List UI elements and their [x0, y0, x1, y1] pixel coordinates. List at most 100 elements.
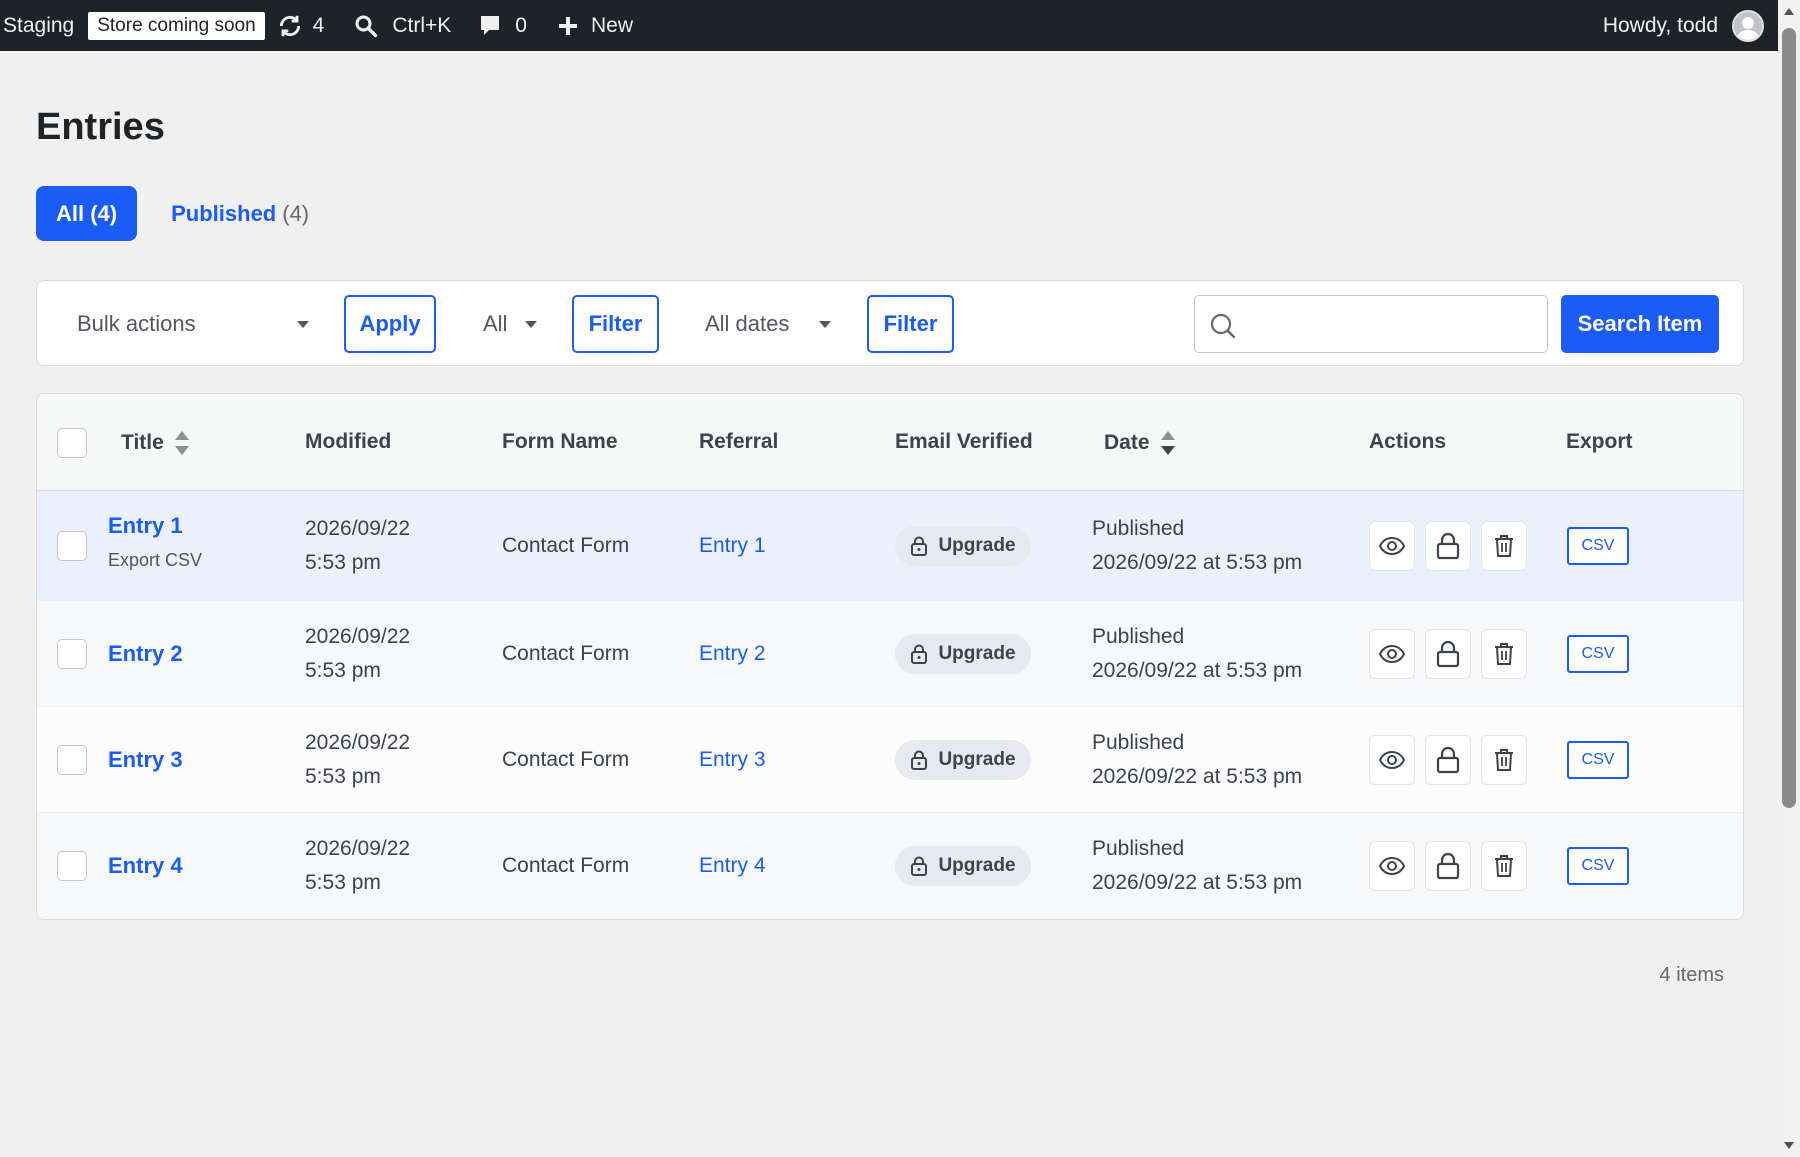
tab-published-count: (4) — [282, 200, 310, 226]
trash-icon — [1495, 643, 1513, 665]
row-checkbox[interactable] — [57, 851, 87, 881]
items-count: 4 items — [1659, 964, 1724, 986]
lock-icon — [1436, 640, 1460, 668]
lock-icon — [1436, 532, 1460, 560]
greeting: Howdy, todd — [1602, 13, 1718, 37]
entry-title-link[interactable]: Entry 1 — [108, 509, 202, 543]
entry-title-link[interactable]: Entry 4 — [108, 849, 183, 883]
avatar — [1732, 9, 1764, 42]
chevron-down-icon — [819, 320, 831, 328]
trash-icon — [1495, 749, 1513, 771]
comment-icon — [481, 15, 500, 35]
scroll-thumb[interactable] — [1782, 28, 1796, 808]
lock-icon — [911, 536, 928, 556]
page-scrollbar[interactable] — [1778, 0, 1800, 1157]
bulk-actions-select[interactable]: Bulk actions — [77, 299, 309, 349]
lock-button[interactable] — [1425, 521, 1471, 571]
referral-link[interactable]: Entry 1 — [699, 529, 766, 563]
my-account[interactable]: Howdy, todd — [1603, 0, 1778, 51]
lock-icon — [1436, 852, 1460, 880]
modified-time: 5:53 pm — [305, 765, 381, 788]
modified-time: 5:53 pm — [305, 659, 381, 682]
column-title[interactable]: Title — [121, 430, 190, 456]
store-status-badge[interactable]: Store coming soon — [88, 11, 265, 40]
column-title-label: Title — [121, 431, 164, 454]
lock-button[interactable] — [1425, 735, 1471, 785]
new-content-link[interactable]: New — [557, 0, 633, 51]
modified-date: 2026/09/22 — [305, 517, 411, 540]
delete-button[interactable] — [1481, 629, 1527, 679]
eye-icon — [1378, 750, 1406, 770]
upgrade-badge[interactable]: Upgrade — [895, 526, 1031, 566]
row-checkbox[interactable] — [57, 639, 87, 669]
scroll-down-arrow[interactable] — [1784, 1142, 1794, 1149]
search-input[interactable] — [1245, 306, 1535, 342]
table-header: Title Modified Form Name Referral Email … — [37, 394, 1743, 491]
apply-button[interactable]: Apply — [344, 295, 436, 353]
dates-label: All dates — [705, 311, 790, 336]
search-icon — [355, 15, 378, 37]
filter-toolbar: Bulk actions Apply All Filter All dates … — [36, 280, 1744, 366]
form-filter-button[interactable]: Filter — [572, 295, 659, 353]
eye-icon — [1378, 856, 1406, 876]
dates-select[interactable]: All dates — [705, 299, 831, 349]
csv-export-button[interactable]: CSV — [1567, 527, 1629, 565]
column-email-verified: Email Verified — [895, 430, 1033, 453]
search-items-button[interactable]: Search Item — [1561, 295, 1719, 353]
tab-published-label: Published — [171, 200, 277, 226]
upgrade-badge[interactable]: Upgrade — [895, 846, 1031, 886]
column-date[interactable]: Date — [1104, 430, 1176, 456]
new-label: New — [590, 13, 633, 37]
view-button[interactable] — [1369, 841, 1415, 891]
updates-link[interactable]: 4 — [277, 0, 324, 51]
export-csv-link[interactable]: Export CSV — [108, 543, 202, 577]
csv-export-button[interactable]: CSV — [1567, 741, 1629, 779]
published-date: 2026/09/22 at 5:53 pm — [1092, 871, 1303, 894]
command-search[interactable]: Ctrl+K — [354, 0, 451, 51]
lock-button[interactable] — [1425, 629, 1471, 679]
published-date: 2026/09/22 at 5:53 pm — [1092, 659, 1303, 682]
view-button[interactable] — [1369, 629, 1415, 679]
referral-link[interactable]: Entry 2 — [699, 637, 766, 671]
delete-button[interactable] — [1481, 521, 1527, 571]
form-filter-select[interactable]: All — [483, 299, 537, 349]
tab-published[interactable]: Published (4) — [171, 201, 309, 227]
csv-export-button[interactable]: CSV — [1567, 635, 1629, 673]
table-row: Entry 1 Export CSV 2026/09/22 5:53 pm Co… — [37, 491, 1743, 601]
entry-title-link[interactable]: Entry 3 — [108, 743, 183, 777]
entry-title-link[interactable]: Entry 2 — [108, 637, 183, 671]
lock-button[interactable] — [1425, 841, 1471, 891]
site-name-link[interactable]: Staging — [0, 0, 74, 51]
tab-all[interactable]: All (4) — [36, 186, 138, 241]
referral-link[interactable]: Entry 4 — [699, 849, 766, 883]
upgrade-badge[interactable]: Upgrade — [895, 740, 1031, 780]
modified-date: 2026/09/22 — [305, 837, 411, 860]
comments-link[interactable]: 0 — [479, 0, 527, 51]
delete-button[interactable] — [1481, 735, 1527, 785]
date-filter-button[interactable]: Filter — [867, 295, 954, 353]
upgrade-badge[interactable]: Upgrade — [895, 634, 1031, 674]
form-filter-label: All — [483, 311, 508, 336]
admin-bar: Staging Store coming soon 4 Ctrl+K 0 New… — [0, 0, 1778, 51]
row-checkbox[interactable] — [57, 531, 87, 561]
referral-link[interactable]: Entry 3 — [699, 743, 766, 777]
scroll-up-arrow[interactable] — [1784, 8, 1794, 15]
eye-icon — [1378, 644, 1406, 664]
lock-icon — [911, 856, 928, 876]
lock-icon — [911, 644, 928, 664]
select-all-checkbox[interactable] — [57, 428, 87, 458]
status-label: Published — [1092, 625, 1185, 648]
page-title: Entries — [36, 106, 165, 148]
upgrade-label: Upgrade — [938, 643, 1016, 664]
upgrade-label: Upgrade — [938, 535, 1016, 556]
search-box[interactable] — [1194, 295, 1548, 353]
column-form-name: Form Name — [502, 430, 618, 453]
row-checkbox[interactable] — [57, 745, 87, 775]
view-button[interactable] — [1369, 735, 1415, 785]
csv-export-button[interactable]: CSV — [1567, 847, 1629, 885]
upgrade-label: Upgrade — [938, 749, 1016, 770]
comments-count: 0 — [515, 13, 527, 37]
sort-icon — [1160, 431, 1175, 455]
view-button[interactable] — [1369, 521, 1415, 571]
delete-button[interactable] — [1481, 841, 1527, 891]
